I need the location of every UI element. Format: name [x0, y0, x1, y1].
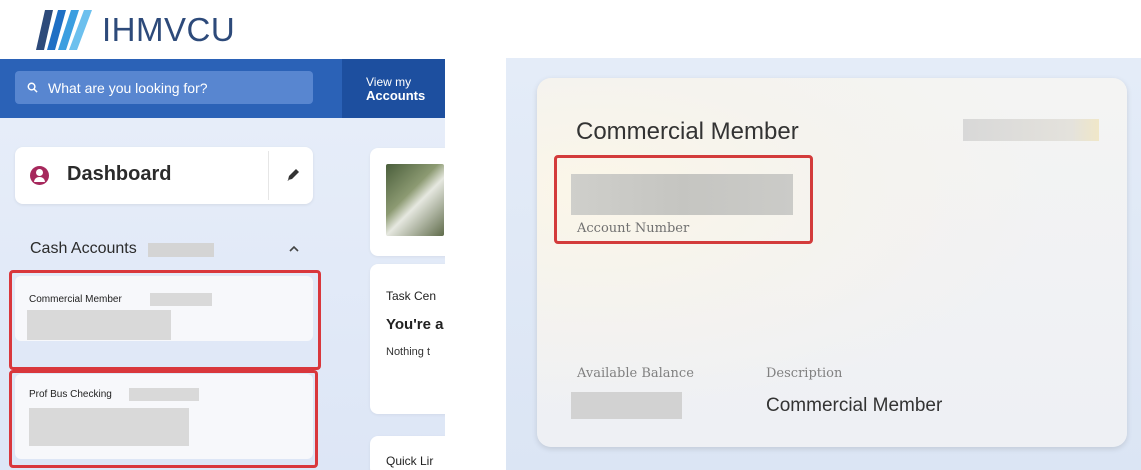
redacted-field	[963, 119, 1099, 141]
redacted-total	[148, 243, 214, 257]
view-accounts-line2: Accounts	[366, 88, 426, 103]
dashboard-card[interactable]: Dashboard	[15, 147, 313, 204]
screenshot-root: IHMVCU What are you looking for? View my…	[0, 0, 1141, 470]
top-nav-bar: What are you looking for? View my Accoun…	[0, 59, 445, 118]
view-accounts-line1: View my	[366, 75, 412, 89]
quick-links-card[interactable]: Quick Lir	[370, 436, 445, 470]
brand-logo[interactable]: IHMVCU	[36, 8, 235, 52]
user-icon	[30, 166, 49, 185]
pencil-icon[interactable]	[283, 165, 303, 185]
profile-card[interactable]	[370, 148, 445, 256]
quick-links-title: Quick Lir	[386, 454, 434, 468]
dashboard-content: Dashboard Cash Accounts Commercial Membe…	[0, 118, 445, 470]
highlight-box	[9, 370, 318, 468]
profile-photo	[386, 164, 444, 236]
search-icon	[27, 82, 38, 93]
description-value: Commercial Member	[766, 395, 943, 416]
cash-accounts-title: Cash Accounts	[30, 240, 137, 257]
account-title: Commercial Member	[576, 118, 799, 145]
logo-mark-icon	[36, 10, 92, 50]
account-detail-card[interactable]: Commercial Member Account Number Availab…	[537, 78, 1127, 447]
chevron-up-icon[interactable]	[287, 242, 301, 256]
task-center-subtext: Nothing t	[386, 346, 431, 358]
available-balance-label: Available Balance	[577, 366, 694, 381]
highlight-box	[554, 155, 813, 244]
redacted-available-balance	[571, 392, 682, 419]
task-center-title: Task Cen	[386, 289, 437, 303]
search-placeholder: What are you looking for?	[48, 79, 208, 96]
divider	[268, 151, 269, 200]
search-input[interactable]: What are you looking for?	[15, 71, 313, 104]
description-label: Description	[766, 366, 843, 381]
account-detail-panel: Commercial Member Account Number Availab…	[506, 58, 1141, 470]
task-center-card[interactable]: Task Cen You're a Nothing t	[370, 264, 445, 414]
task-center-heading: You're a	[386, 316, 444, 333]
view-accounts-tab[interactable]: View my Accounts	[342, 59, 445, 118]
dashboard-title: Dashboard	[67, 163, 172, 185]
brand-name: IHMVCU	[102, 11, 236, 48]
dashboard-panel: IHMVCU What are you looking for? View my…	[0, 0, 445, 470]
highlight-box	[9, 270, 321, 370]
